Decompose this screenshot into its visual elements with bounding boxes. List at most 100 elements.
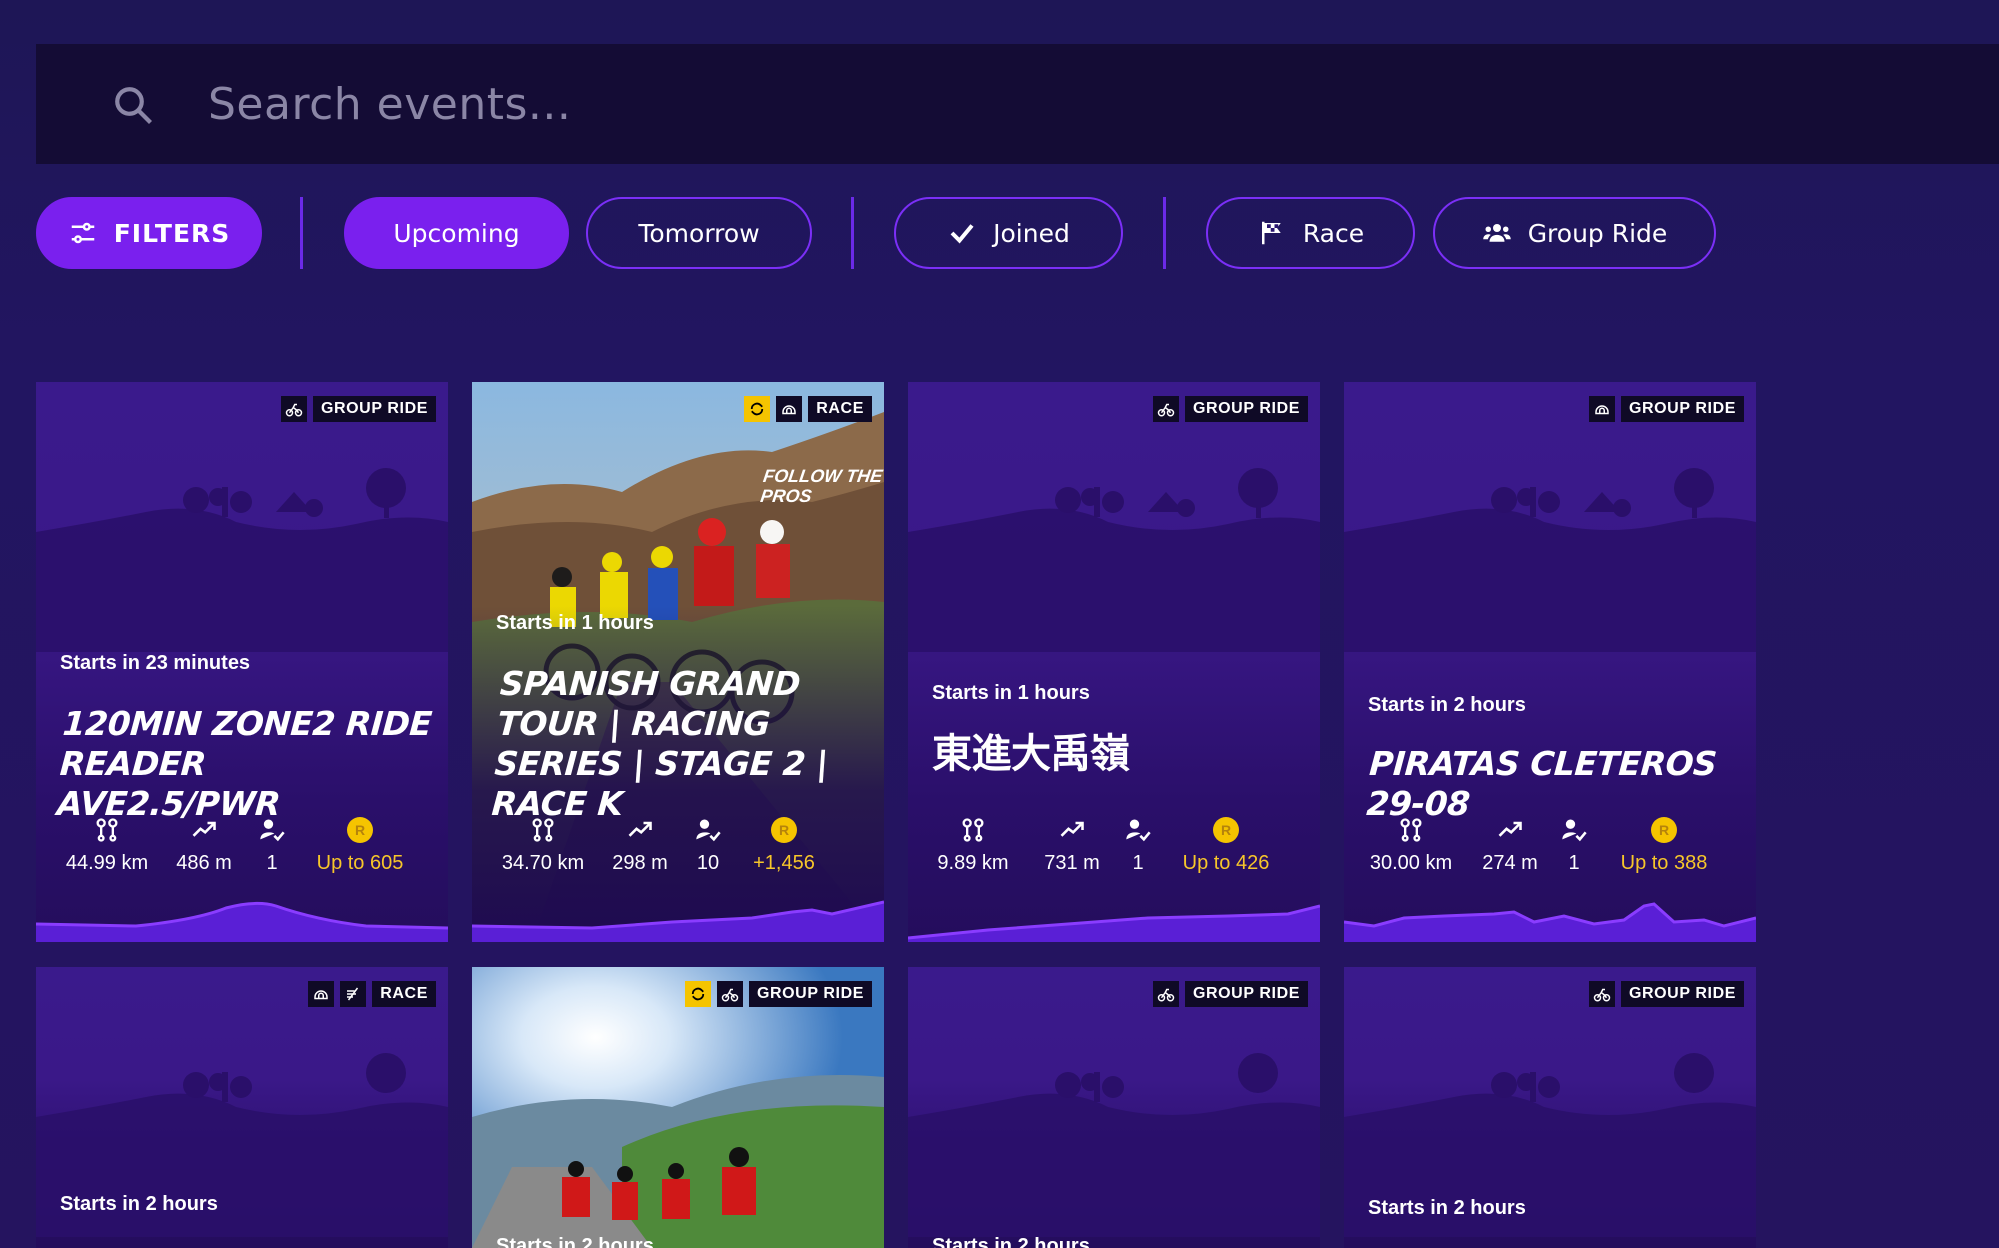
tag-label: GROUP RIDE bbox=[1184, 396, 1308, 422]
search-input[interactable] bbox=[208, 74, 1708, 134]
event-type-tag: RACE bbox=[308, 981, 436, 1007]
rider-joined-icon bbox=[1126, 819, 1151, 842]
event-title: 東進大禹嶺 bbox=[932, 731, 1130, 777]
distance-value: 44.99 km bbox=[65, 852, 149, 874]
filters-button[interactable]: FILTERS bbox=[36, 197, 262, 269]
cycling-icon bbox=[1588, 981, 1615, 1007]
start-time: Starts in 2 hours bbox=[60, 1193, 218, 1215]
tag-label: GROUP RIDE bbox=[748, 981, 872, 1007]
route-icon bbox=[1400, 818, 1422, 842]
elevation-value: 731 m bbox=[1044, 852, 1100, 874]
upcoming-button[interactable]: Upcoming bbox=[344, 197, 569, 269]
route-icon bbox=[962, 818, 984, 842]
elevation-icon bbox=[1060, 821, 1084, 837]
tag-label: GROUP RIDE bbox=[1184, 981, 1308, 1007]
event-type-tag: GROUP RIDE bbox=[1588, 396, 1744, 422]
elevation-icon bbox=[192, 821, 216, 837]
riders-value: 10 bbox=[696, 852, 720, 874]
elevation-stat: 731 m bbox=[1032, 814, 1112, 875]
flag-icon bbox=[1261, 221, 1281, 245]
event-type-tag: GROUP RIDE bbox=[684, 981, 872, 1007]
event-card[interactable]: GROUP RIDE Starts in 1 hours 東進大禹嶺 9.89 … bbox=[908, 382, 1320, 942]
reward-value: +1,456 bbox=[753, 852, 815, 874]
landscape-silhouette bbox=[1344, 468, 1756, 652]
distance-stat: 30.00 km bbox=[1364, 814, 1458, 875]
tomorrow-button[interactable]: Tomorrow bbox=[586, 197, 812, 269]
event-card[interactable]: GROUP RIDE Starts in 23 minutes 120MIN Z… bbox=[36, 382, 448, 942]
tag-label: GROUP RIDE bbox=[1620, 396, 1744, 422]
event-card[interactable]: RACE Starts in 2 hours bbox=[36, 967, 448, 1248]
helmet-icon bbox=[776, 396, 803, 422]
joined-label: Joined bbox=[993, 218, 1070, 248]
group-icon bbox=[1482, 224, 1511, 242]
coin-icon: R bbox=[771, 817, 797, 843]
coin-icon: R bbox=[347, 817, 373, 843]
reward-stat: R +1,456 bbox=[736, 814, 832, 875]
event-card[interactable]: GROUP RIDE Starts in 2 hours bbox=[1344, 967, 1756, 1248]
landscape-silhouette bbox=[36, 468, 448, 652]
elevation-value: 298 m bbox=[612, 852, 668, 874]
divider bbox=[1163, 197, 1166, 269]
distance-stat: 34.70 km bbox=[496, 814, 590, 875]
distance-stat: 9.89 km bbox=[928, 814, 1018, 875]
riders-value: 1 bbox=[1568, 852, 1580, 874]
start-time: Starts in 1 hours bbox=[496, 612, 654, 634]
riders-stat: 1 bbox=[1554, 814, 1594, 875]
event-title: PIRATAS CLETEROS 29-08 bbox=[1365, 744, 1718, 823]
search-icon bbox=[115, 87, 152, 124]
elevation-value: 486 m bbox=[176, 852, 232, 874]
elevation-profile bbox=[472, 900, 884, 942]
event-card[interactable]: GROUP RIDE Starts in 2 hours bbox=[908, 967, 1320, 1248]
start-time: Starts in 2 hours bbox=[932, 1235, 1090, 1248]
featured-icon bbox=[684, 981, 711, 1007]
reward-stat: R Up to 426 bbox=[1166, 814, 1286, 875]
race-button[interactable]: Race bbox=[1206, 197, 1415, 269]
tag-label: RACE bbox=[372, 981, 436, 1007]
helmet-icon bbox=[1588, 396, 1615, 422]
event-type-tag: GROUP RIDE bbox=[1152, 981, 1308, 1007]
elevation-stat: 298 m bbox=[600, 814, 680, 875]
divider bbox=[851, 197, 854, 269]
distance-stat: 44.99 km bbox=[60, 814, 154, 875]
upcoming-label: Upcoming bbox=[393, 218, 520, 248]
cycling-icon bbox=[280, 396, 307, 422]
helmet-icon bbox=[308, 981, 335, 1007]
elevation-value: 274 m bbox=[1482, 852, 1538, 874]
race-label: Race bbox=[1302, 218, 1365, 248]
reward-value: Up to 388 bbox=[1620, 852, 1708, 874]
start-time: Starts in 2 hours bbox=[1368, 694, 1526, 716]
start-time: Starts in 2 hours bbox=[496, 1235, 654, 1248]
tomorrow-label: Tomorrow bbox=[638, 218, 760, 248]
elevation-profile bbox=[1344, 902, 1756, 942]
event-type-tag: GROUP RIDE bbox=[1152, 396, 1308, 422]
landscape-silhouette bbox=[908, 468, 1320, 652]
no-draft-icon bbox=[340, 981, 367, 1007]
reward-value: Up to 426 bbox=[1182, 852, 1270, 874]
reward-stat: R Up to 388 bbox=[1604, 814, 1724, 875]
elevation-icon bbox=[628, 821, 652, 837]
featured-icon bbox=[744, 396, 771, 422]
check-icon bbox=[950, 224, 974, 244]
rider-joined-icon bbox=[260, 819, 285, 842]
distance-value: 34.70 km bbox=[501, 852, 585, 874]
group-ride-button[interactable]: Group Ride bbox=[1433, 197, 1716, 269]
event-title: SPANISH GRAND TOUR | RACING SERIES | STA… bbox=[490, 664, 830, 823]
riders-stat: 1 bbox=[252, 814, 292, 875]
start-time: Starts in 23 minutes bbox=[60, 652, 251, 674]
start-time: Starts in 2 hours bbox=[1368, 1197, 1526, 1219]
event-title: 120MIN ZONE2 RIDE READER AVE2.5/PWR bbox=[55, 704, 434, 823]
coin-icon: R bbox=[1213, 817, 1239, 843]
event-card[interactable]: GROUP RIDE Starts in 2 hours bbox=[472, 967, 884, 1248]
riders-stat: 10 bbox=[688, 814, 728, 875]
riders-value: 1 bbox=[266, 852, 278, 874]
search-bar[interactable] bbox=[36, 44, 1999, 164]
follow-the-pros-logo: FOLLOW THE PROS bbox=[759, 466, 884, 506]
rider-joined-icon bbox=[696, 819, 721, 842]
reward-value: Up to 605 bbox=[316, 852, 404, 874]
team-cyclists-photo bbox=[472, 967, 884, 1248]
event-card[interactable]: GROUP RIDE Starts in 2 hours PIRATAS CLE… bbox=[1344, 382, 1756, 942]
elevation-profile bbox=[908, 904, 1320, 942]
joined-button[interactable]: Joined bbox=[894, 197, 1123, 269]
reward-stat: R Up to 605 bbox=[300, 814, 420, 875]
event-card[interactable]: FOLLOW THE PROS RACE Starts in 1 hours S… bbox=[472, 382, 884, 942]
